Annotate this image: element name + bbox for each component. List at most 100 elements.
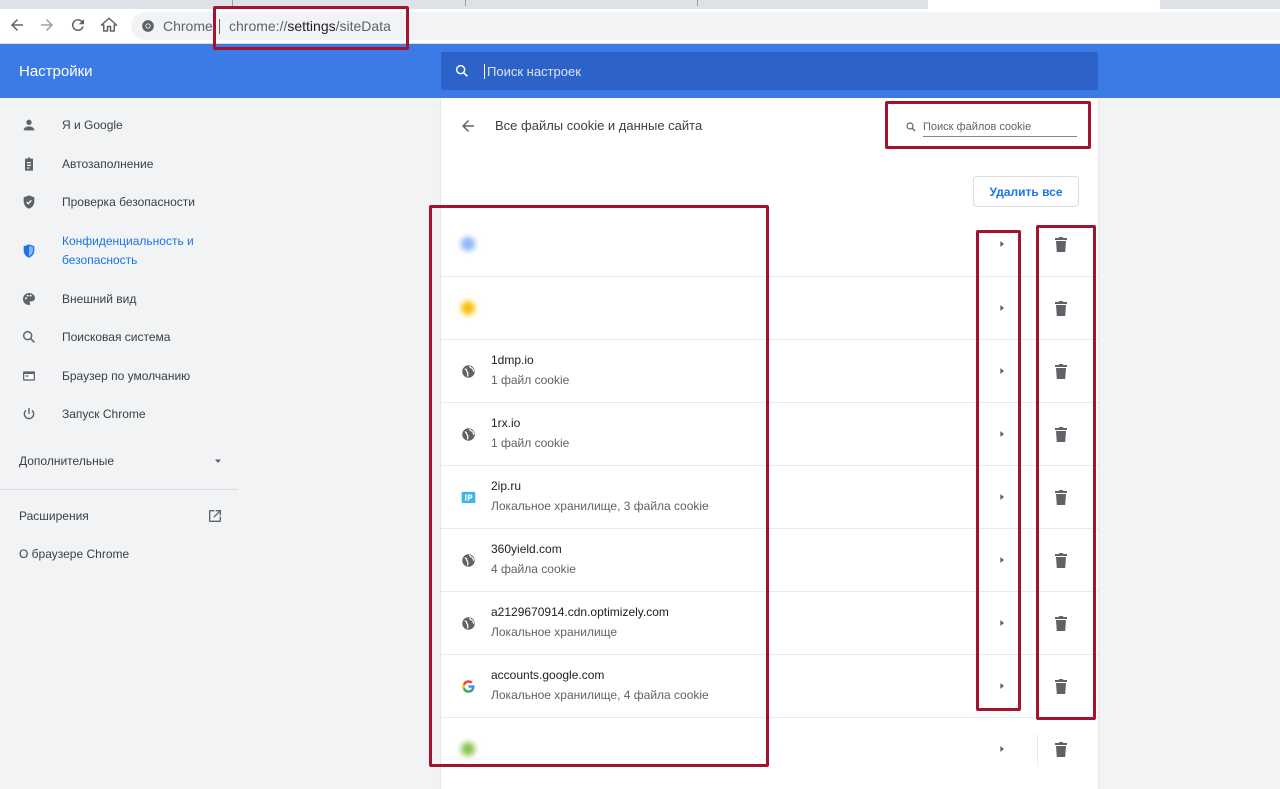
expand-button[interactable] xyxy=(993,299,1011,317)
sidebar-item-safety-check[interactable]: Проверка безопасности xyxy=(0,192,240,212)
delete-button[interactable] xyxy=(1052,550,1070,570)
shield-check-icon xyxy=(21,194,37,210)
settings-search[interactable] xyxy=(441,52,1098,90)
site-row[interactable] xyxy=(441,717,1098,780)
tab-separator xyxy=(697,0,698,6)
settings-search-input[interactable] xyxy=(484,63,1044,79)
site-row[interactable] xyxy=(441,213,1098,276)
site-row[interactable]: 1dmp.io 1 файл cookie xyxy=(441,339,1098,402)
trash-icon xyxy=(1055,553,1067,568)
chip-label: Chrome xyxy=(163,18,213,34)
caret-right-icon xyxy=(1000,746,1005,752)
row-separator xyxy=(1037,482,1038,514)
cookie-search-input[interactable] xyxy=(923,117,1077,137)
delete-button[interactable] xyxy=(1052,424,1070,444)
trash-icon xyxy=(1055,301,1067,316)
site-name: 360yield.com xyxy=(491,542,562,556)
globe-icon xyxy=(460,552,476,568)
sidebar-item-autofill[interactable]: Автозаполнение xyxy=(0,154,240,174)
sidebar-item-label: Внешний вид xyxy=(62,291,137,306)
row-separator xyxy=(1037,671,1038,703)
sidebar-item-on-startup[interactable]: Запуск Chrome xyxy=(0,404,240,424)
sidebar-item-appearance[interactable]: Внешний вид xyxy=(0,289,240,309)
delete-button[interactable] xyxy=(1052,234,1070,254)
reload-icon xyxy=(71,19,84,32)
sidebar-item-privacy[interactable]: Конфиденциальность и безопасность xyxy=(0,231,240,271)
back-button[interactable] xyxy=(5,13,29,37)
sidebar-item-label: Поисковая система xyxy=(62,329,171,344)
forward-button[interactable] xyxy=(35,13,59,37)
chrome-chip: Chrome xyxy=(141,12,213,40)
trash-icon xyxy=(1055,237,1067,252)
arrow-right-icon xyxy=(41,19,53,31)
active-tab[interactable] xyxy=(928,0,1160,9)
url-text[interactable]: chrome://settings/siteData xyxy=(229,12,391,40)
expand-button[interactable] xyxy=(993,677,1011,695)
site-row[interactable]: a2129670914.cdn.optimizely.com Локальное… xyxy=(441,591,1098,654)
row-separator xyxy=(1037,229,1038,261)
trash-icon xyxy=(1055,364,1067,379)
sidebar-advanced[interactable]: Дополнительные xyxy=(19,454,224,468)
site-name: 2ip.ru xyxy=(491,479,522,493)
expand-button[interactable] xyxy=(993,614,1011,632)
site-row[interactable]: IP 2ip.ru Локальное хранилище, 3 файла c… xyxy=(441,465,1098,528)
cookie-search[interactable] xyxy=(905,116,1079,138)
sidebar-item-you-and-google[interactable]: Я и Google xyxy=(0,115,240,135)
expand-button[interactable] xyxy=(993,235,1011,253)
site-name: a2129670914.cdn.optimizely.com xyxy=(491,605,669,619)
sidebar-item-default-browser[interactable]: Браузер по умолчанию xyxy=(0,366,240,386)
trash-icon xyxy=(1055,490,1067,505)
tab-strip xyxy=(0,0,1280,9)
tab-separator xyxy=(232,0,233,6)
expand-button[interactable] xyxy=(993,362,1011,380)
search-icon xyxy=(455,64,468,77)
globe-icon xyxy=(460,615,476,631)
trash-icon xyxy=(1055,679,1067,694)
trash-icon xyxy=(1055,616,1067,631)
url-prefix: chrome:// xyxy=(229,18,288,34)
row-separator xyxy=(1037,608,1038,640)
site-row[interactable]: accounts.google.com Локальное хранилище,… xyxy=(441,654,1098,717)
expand-button[interactable] xyxy=(993,740,1011,758)
row-separator xyxy=(1037,419,1038,451)
address-bar[interactable]: Chrome chrome://settings/siteData xyxy=(131,12,1280,40)
caret-right-icon xyxy=(1000,683,1005,689)
delete-button[interactable] xyxy=(1052,298,1070,318)
sidebar-item-label: Запуск Chrome xyxy=(62,406,146,421)
caret-right-icon xyxy=(1000,494,1005,500)
site-name: 1rx.io xyxy=(491,416,521,430)
site-row[interactable] xyxy=(441,276,1098,339)
delete-button[interactable] xyxy=(1052,613,1070,633)
expand-button[interactable] xyxy=(993,425,1011,443)
arrow-left-icon xyxy=(11,19,23,31)
back-arrow-icon[interactable] xyxy=(459,117,477,135)
sidebar-about-chrome[interactable]: О браузере Chrome xyxy=(19,547,129,561)
home-button[interactable] xyxy=(97,13,121,37)
settings-sidebar: Я и Google Автозаполнение Проверка безоп… xyxy=(0,98,240,789)
home-icon xyxy=(100,17,118,32)
settings-header: Настройки xyxy=(0,44,1280,98)
expand-button[interactable] xyxy=(993,488,1011,506)
settings-title: Настройки xyxy=(19,62,93,80)
sidebar-advanced-label: Дополнительные xyxy=(19,454,114,468)
site-row[interactable]: 360yield.com 4 файла cookie xyxy=(441,528,1098,591)
site-row[interactable]: 1rx.io 1 файл cookie xyxy=(441,402,1098,465)
expand-button[interactable] xyxy=(993,551,1011,569)
sidebar-item-label: Автозаполнение xyxy=(62,156,154,171)
sidebar-item-search-engine[interactable]: Поисковая система xyxy=(0,327,240,347)
site-desc: 1 файл cookie xyxy=(491,373,570,387)
sidebar-extensions[interactable]: Расширения xyxy=(19,508,223,524)
delete-all-button[interactable]: Удалить все xyxy=(973,176,1079,207)
trash-icon xyxy=(1055,742,1067,757)
delete-button[interactable] xyxy=(1052,361,1070,381)
blurred-favicon xyxy=(460,300,476,316)
delete-button[interactable] xyxy=(1052,487,1070,507)
delete-button[interactable] xyxy=(1052,739,1070,759)
reload-button[interactable] xyxy=(66,13,90,37)
caret-down-icon xyxy=(215,459,221,463)
sidebar-item-label: Проверка безопасности xyxy=(62,194,195,209)
sidebar-item-label-line1: Конфиденциальность и xyxy=(62,234,194,248)
browser-toolbar: Chrome chrome://settings/siteData xyxy=(0,9,1280,44)
clipboard-icon xyxy=(21,156,37,172)
delete-button[interactable] xyxy=(1052,676,1070,696)
